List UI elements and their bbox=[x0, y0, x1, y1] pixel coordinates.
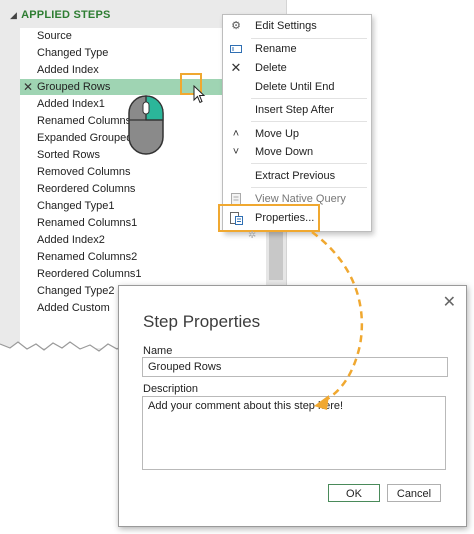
menu-item-delete-until-end[interactable]: Delete Until End bbox=[223, 78, 371, 96]
menu-separator bbox=[251, 187, 367, 188]
applied-steps-title: APPLIED STEPS bbox=[21, 9, 111, 21]
gear-icon: ⚙ bbox=[231, 20, 241, 32]
step-label: Renamed Columns2 bbox=[37, 251, 138, 263]
menu-item-delete[interactable]: ✕ Delete bbox=[223, 59, 371, 77]
menu-item-label: Move Up bbox=[255, 128, 300, 140]
menu-item-label: Delete bbox=[255, 62, 287, 74]
ok-button[interactable]: OK bbox=[328, 484, 380, 502]
menu-item-label: Rename bbox=[255, 43, 297, 55]
name-input[interactable]: Grouped Rows bbox=[142, 357, 448, 377]
menu-item-rename[interactable]: Rename bbox=[223, 40, 371, 58]
step-context-menu: ⚙ Edit Settings Rename ✕ Delete Delete U… bbox=[222, 14, 372, 232]
cancel-button[interactable]: Cancel bbox=[387, 484, 441, 502]
menu-separator bbox=[251, 163, 367, 164]
step-label: Changed Type2 bbox=[37, 285, 115, 297]
menu-item-label: Extract Previous bbox=[255, 170, 336, 182]
step-label: Added Index bbox=[37, 64, 99, 76]
collapse-triangle-icon[interactable]: ◢ bbox=[10, 10, 17, 20]
menu-item-move-down[interactable]: ˅ Move Down bbox=[223, 143, 371, 161]
step-label: Added Index1 bbox=[37, 98, 105, 110]
step-label: Sorted Rows bbox=[37, 149, 100, 161]
step-label: Added Custom bbox=[37, 302, 110, 314]
menu-item-extract-previous[interactable]: Extract Previous bbox=[223, 167, 371, 185]
step-item[interactable]: Added Index2 bbox=[20, 232, 277, 248]
computer-mouse-icon bbox=[128, 95, 164, 155]
menu-item-move-up[interactable]: ˄ Move Up bbox=[223, 125, 371, 143]
settings-gear-faint-icon: ✲ bbox=[248, 230, 257, 241]
step-label: Changed Type bbox=[37, 47, 109, 59]
menu-item-label: Move Down bbox=[255, 146, 314, 158]
menu-separator bbox=[251, 121, 367, 122]
step-label: Reordered Columns1 bbox=[37, 268, 142, 280]
step-label: Changed Type1 bbox=[37, 200, 115, 212]
step-label: Grouped Rows bbox=[37, 81, 111, 93]
close-icon[interactable]: ✕ bbox=[443, 292, 456, 312]
menu-item-label: Insert Step After bbox=[255, 104, 334, 116]
description-textarea[interactable]: Add your comment about this step here! bbox=[142, 396, 446, 470]
step-label: Removed Columns bbox=[37, 166, 131, 178]
menu-separator bbox=[251, 98, 367, 99]
menu-item-label: Edit Settings bbox=[255, 20, 317, 32]
step-item[interactable]: Renamed Columns2 bbox=[20, 249, 277, 265]
menu-item-insert-step-after[interactable]: Insert Step After bbox=[223, 101, 371, 119]
step-properties-dialog: ✕ Step Properties Name Grouped Rows Desc… bbox=[118, 285, 467, 527]
description-label: Description bbox=[143, 383, 199, 395]
menu-item-label: Delete Until End bbox=[255, 81, 335, 93]
applied-steps-header[interactable]: ◢ APPLIED STEPS bbox=[10, 9, 111, 21]
step-label: Reordered Columns bbox=[37, 183, 136, 195]
step-label: Renamed Columns1 bbox=[37, 217, 138, 229]
delete-step-x-icon[interactable]: ✕ bbox=[23, 79, 33, 95]
step-label: Added Index2 bbox=[37, 234, 105, 246]
menu-item-edit-settings[interactable]: ⚙ Edit Settings bbox=[223, 17, 371, 35]
step-item[interactable]: Reordered Columns1 bbox=[20, 266, 277, 282]
dialog-title: Step Properties bbox=[143, 312, 261, 331]
menu-separator bbox=[251, 38, 367, 39]
mouse-pointer-icon bbox=[193, 85, 206, 104]
chevron-up-icon: ˄ bbox=[232, 128, 240, 140]
chevron-down-icon: ˅ bbox=[232, 146, 240, 158]
rename-icon bbox=[228, 40, 244, 58]
name-label: Name bbox=[143, 345, 173, 357]
delete-x-icon: ✕ bbox=[230, 60, 242, 75]
step-label: Source bbox=[37, 30, 72, 42]
step-label: Renamed Columns bbox=[37, 115, 132, 127]
properties-highlight bbox=[218, 204, 320, 232]
